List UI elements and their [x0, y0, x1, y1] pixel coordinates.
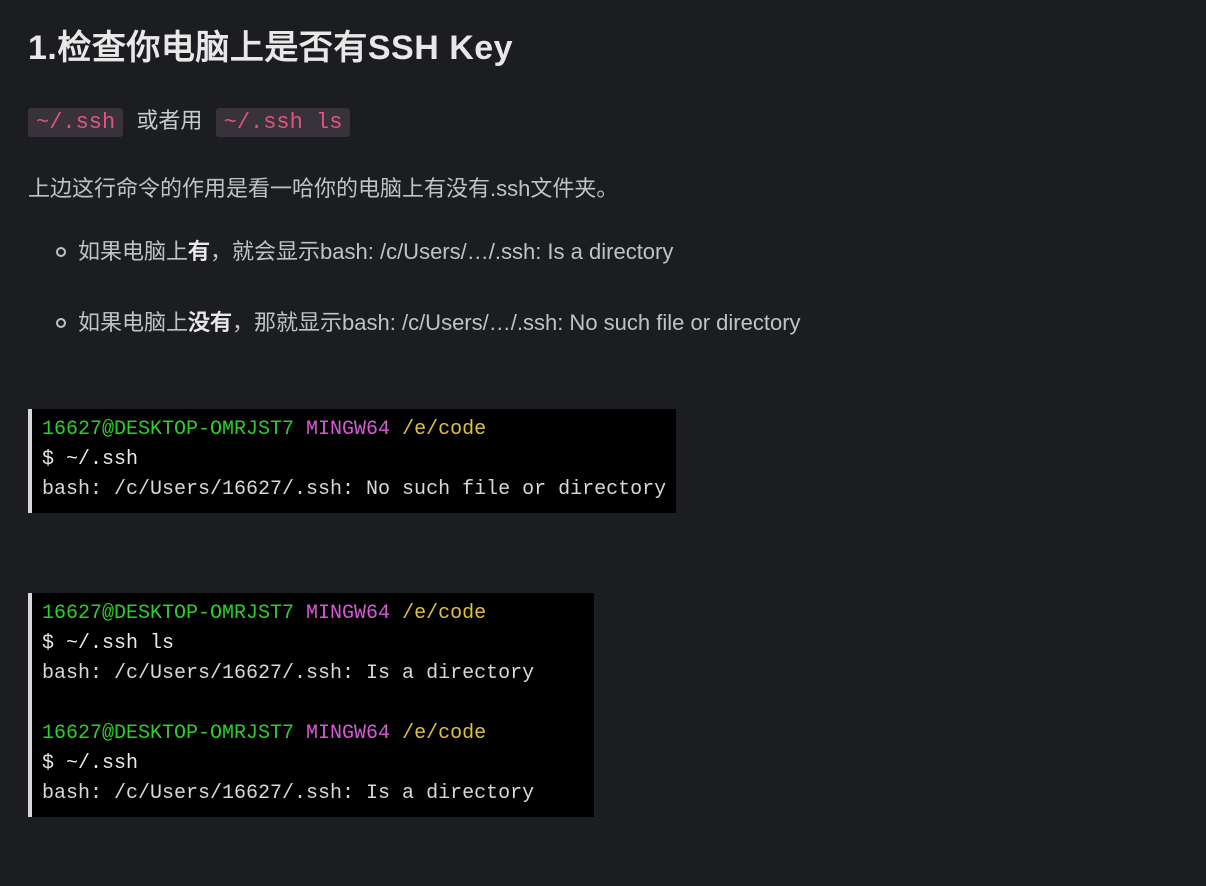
bullet-post: ，就会显示bash: /c/Users/…/.ssh: Is a directo… [210, 239, 673, 264]
terminal-command: $ ~/.ssh ls [42, 632, 174, 655]
terminal-user: 16627@DESKTOP-OMRJST7 [42, 418, 306, 441]
terminal-screenshot-2: 16627@DESKTOP-OMRJST7 MINGW64 /e/code $ … [28, 593, 594, 817]
terminal-output: bash: /c/Users/16627/.ssh: No such file … [42, 478, 666, 501]
inline-code-2: ~/.ssh ls [216, 108, 351, 137]
terminal-command: $ ~/.ssh [42, 448, 138, 471]
article-section: 1.检查你电脑上是否有SSH Key ~/.ssh 或者用 ~/.ssh ls … [0, 0, 1206, 857]
terminal-user: 16627@DESKTOP-OMRJST7 [42, 722, 306, 745]
bullet-post: ，那就显示bash: /c/Users/…/.ssh: No such file… [232, 310, 801, 335]
bullet-bold: 没有 [188, 310, 232, 335]
bullet-pre: 如果电脑上 [78, 239, 188, 264]
code-separator: 或者用 [123, 110, 215, 135]
inline-code-1: ~/.ssh [28, 108, 123, 137]
terminal-path: /e/code [402, 602, 486, 625]
list-item: 如果电脑上没有，那就显示bash: /c/Users/…/.ssh: No su… [78, 306, 1178, 339]
terminal-output: bash: /c/Users/16627/.ssh: Is a director… [42, 662, 534, 685]
section-heading: 1.检查你电脑上是否有SSH Key [28, 20, 1178, 69]
terminal-system: MINGW64 [306, 722, 402, 745]
terminal-system: MINGW64 [306, 602, 402, 625]
terminal-path: /e/code [402, 722, 486, 745]
terminal-path: /e/code [402, 418, 486, 441]
terminal-screenshot-1: 16627@DESKTOP-OMRJST7 MINGW64 /e/code $ … [28, 409, 676, 513]
terminal-user: 16627@DESKTOP-OMRJST7 [42, 602, 306, 625]
command-summary-line: ~/.ssh 或者用 ~/.ssh ls [28, 103, 1178, 135]
terminal-output: bash: /c/Users/16627/.ssh: Is a director… [42, 782, 534, 805]
bullet-list: 如果电脑上有，就会显示bash: /c/Users/…/.ssh: Is a d… [28, 235, 1178, 339]
terminal-command: $ ~/.ssh [42, 752, 138, 775]
bullet-bold: 有 [188, 239, 210, 264]
terminal-system: MINGW64 [306, 418, 402, 441]
paragraph-explanation: 上边这行命令的作用是看一哈你的电脑上有没有.ssh文件夹。 [28, 171, 1178, 203]
bullet-pre: 如果电脑上 [78, 310, 188, 335]
list-item: 如果电脑上有，就会显示bash: /c/Users/…/.ssh: Is a d… [78, 235, 1178, 268]
